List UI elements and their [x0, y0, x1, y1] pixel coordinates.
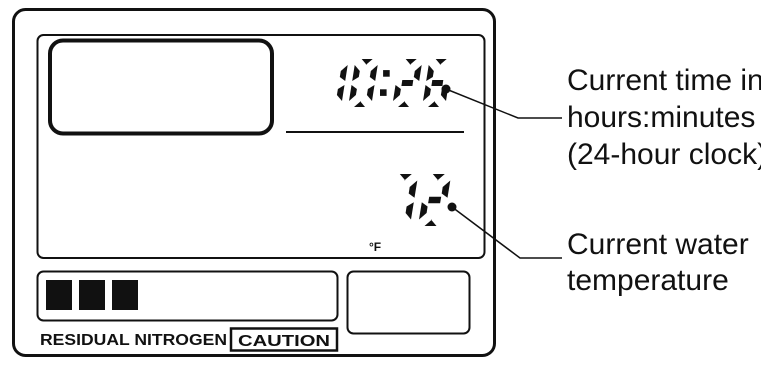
caution-label: CAUTION — [238, 333, 330, 350]
segment-e — [419, 202, 428, 220]
nitrogen-bars — [46, 280, 138, 310]
segment-b — [408, 180, 418, 198]
segment-b — [413, 65, 422, 81]
temperature-callout-leader — [451, 206, 562, 259]
segment-c — [405, 202, 414, 220]
segment-digit-2 — [419, 174, 451, 226]
segment-a — [399, 174, 412, 181]
colon-dot — [380, 89, 387, 96]
segment-a — [432, 174, 445, 181]
segment-e — [423, 85, 431, 101]
segment-c — [336, 85, 345, 101]
time-callout-leader — [445, 88, 562, 119]
lower-right-display-box — [346, 270, 471, 335]
time-display — [336, 59, 449, 107]
lcd-frame — [36, 34, 486, 259]
time-callout-line-2: hours:minutes — [567, 101, 755, 134]
segment-c — [366, 85, 375, 101]
nitrogen-bar — [112, 280, 138, 310]
segment-digit-6 — [423, 59, 449, 107]
segment-b — [369, 65, 378, 81]
temperature-callout-line-2: temperature — [567, 264, 729, 297]
nitrogen-bar — [79, 280, 105, 310]
segment-g — [431, 80, 444, 86]
temperature-display — [399, 174, 451, 226]
segment-d — [428, 101, 439, 107]
segment-d — [424, 219, 437, 226]
segment-b — [339, 65, 348, 81]
time-callout-line-3: (24-hour clock) — [567, 138, 761, 171]
time-callout-line-1: Current time in — [567, 64, 761, 97]
temperature-callout-dot — [447, 202, 457, 212]
residual-nitrogen-label: RESIDUAL NITROGEN — [40, 332, 227, 349]
segment-colon — [380, 70, 390, 96]
segment-a — [435, 59, 447, 65]
segment-digit-7 — [399, 174, 418, 220]
dive-computer-diagram: °F RESIDUAL NITROGEN CAUTION Current tim… — [12, 8, 761, 357]
segment-digit-1 — [336, 65, 348, 101]
temperature-unit: °F — [369, 240, 381, 254]
segment-f — [426, 65, 434, 81]
segment-g — [401, 80, 414, 86]
segment-e — [393, 85, 401, 101]
colon-dot — [383, 70, 390, 77]
nitrogen-bar — [46, 280, 72, 310]
segment-f — [352, 65, 360, 81]
segment-digit-2 — [393, 59, 422, 107]
segment-d — [354, 101, 365, 107]
segment-g — [428, 196, 442, 204]
segment-d — [398, 101, 409, 107]
temperature-callout-line-1: Current water — [567, 228, 749, 261]
segment-e — [349, 85, 357, 101]
upper-left-display-box — [48, 38, 274, 136]
segment-a — [361, 59, 373, 65]
time-callout-dot — [441, 84, 451, 94]
segment-b — [441, 180, 451, 198]
segment-digit-0 — [349, 59, 378, 107]
segment-a — [405, 59, 417, 65]
